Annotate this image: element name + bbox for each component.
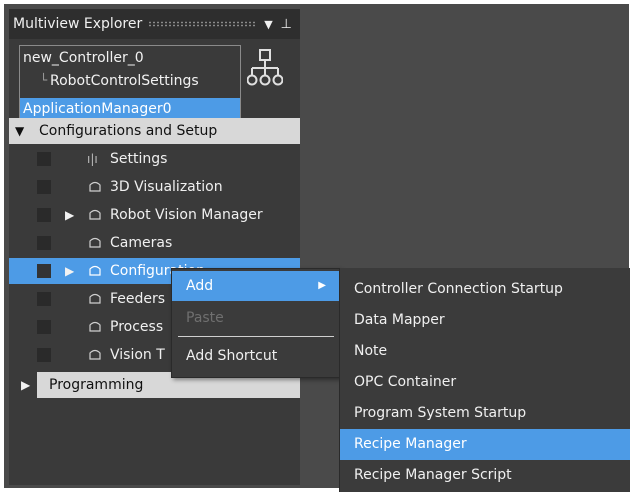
pin-icon[interactable]: ⊥ — [281, 17, 292, 32]
tree-item-cameras[interactable]: Cameras — [9, 230, 300, 256]
tree-branch-glyph: └ — [40, 73, 48, 87]
folder-icon — [89, 321, 101, 332]
collapse-arrow-icon[interactable]: ▼ — [15, 118, 24, 144]
menu-item-add[interactable]: Add ▶ — [172, 271, 340, 301]
tree-item-label: Cameras — [110, 235, 173, 251]
menu-item-label: Add — [186, 278, 214, 294]
explorer-title: Multiview Explorer — [13, 16, 143, 32]
checkbox[interactable] — [37, 292, 51, 306]
hierarchy-icon[interactable] — [247, 49, 283, 89]
folder-icon — [89, 293, 101, 304]
checkbox[interactable] — [37, 180, 51, 194]
checkbox[interactable] — [37, 208, 51, 222]
tree-item-label: Vision T — [110, 347, 165, 363]
submenu-item-program-system-startup[interactable]: Program System Startup — [340, 398, 630, 429]
tree-item-label: Robot Vision Manager — [110, 207, 263, 223]
tree-item-label: 3D Visualization — [110, 179, 223, 195]
controller-list[interactable]: new_Controller_0 └ RobotControlSettings … — [19, 45, 241, 121]
submenu-item-opc-container[interactable]: OPC Container — [340, 367, 630, 398]
explorer-title-bar: Multiview Explorer ▼ ⊥ — [9, 9, 300, 39]
menu-item-paste: Paste — [172, 303, 340, 333]
menu-item-label: Paste — [186, 310, 224, 326]
checkbox[interactable] — [37, 348, 51, 362]
submenu-arrow-icon: ▶ — [318, 280, 326, 291]
tree-item-settings[interactable]: ı|ı Settings — [9, 146, 300, 172]
application-manager-item[interactable]: ApplicationManager0 — [20, 98, 240, 120]
folder-icon — [89, 349, 101, 360]
menu-separator — [178, 336, 334, 337]
checkbox[interactable] — [37, 264, 51, 278]
checkbox[interactable] — [37, 236, 51, 250]
menu-item-add-shortcut[interactable]: Add Shortcut — [172, 341, 340, 371]
expand-arrow-icon[interactable]: ▶ — [21, 372, 30, 398]
folder-icon — [89, 237, 101, 248]
expand-arrow-icon[interactable]: ▶ — [65, 258, 74, 284]
submenu-item-data-mapper[interactable]: Data Mapper — [340, 305, 630, 336]
folder-icon — [89, 181, 101, 192]
section-configurations-and-setup[interactable]: ▼ Configurations and Setup — [9, 118, 300, 144]
submenu-item-note[interactable]: Note — [340, 336, 630, 367]
menu-item-label: Add Shortcut — [186, 348, 278, 364]
section-label: Programming — [49, 377, 144, 393]
submenu-item-recipe-manager[interactable]: Recipe Manager — [340, 429, 630, 460]
context-menu: Add ▶ Paste Add Shortcut — [171, 268, 341, 378]
folder-icon — [89, 209, 101, 220]
tree-item-label: Process — [110, 319, 164, 335]
folder-icon — [89, 265, 101, 276]
controller-item[interactable]: new_Controller_0 — [23, 50, 144, 66]
multiview-explorer-panel: Multiview Explorer ▼ ⊥ new_Controller_0 … — [9, 9, 300, 485]
tree-item-3d-visualization[interactable]: 3D Visualization — [9, 174, 300, 200]
section-label: Configurations and Setup — [39, 123, 218, 139]
robot-control-settings-item[interactable]: RobotControlSettings — [50, 73, 199, 89]
add-submenu: Controller Connection Startup Data Mappe… — [339, 268, 630, 492]
drag-grip[interactable] — [148, 21, 257, 27]
submenu-item-recipe-manager-script[interactable]: Recipe Manager Script — [340, 460, 630, 491]
checkbox[interactable] — [37, 320, 51, 334]
dropdown-icon[interactable]: ▼ — [264, 18, 272, 31]
tree-item-label: Feeders — [110, 291, 166, 307]
expand-arrow-icon[interactable]: ▶ — [65, 202, 74, 228]
submenu-item-controller-connection-startup[interactable]: Controller Connection Startup — [340, 274, 630, 305]
sliders-icon: ı|ı — [87, 152, 98, 166]
tree-item-robot-vision-manager[interactable]: ▶ Robot Vision Manager — [9, 202, 300, 228]
tree-item-label: Settings — [110, 151, 168, 167]
checkbox[interactable] — [37, 152, 51, 166]
